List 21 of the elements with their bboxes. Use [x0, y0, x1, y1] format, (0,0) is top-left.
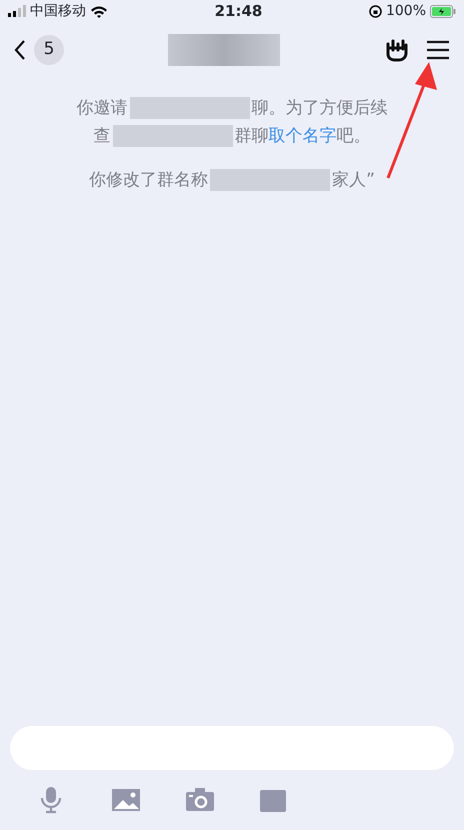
- unread-count: 5: [34, 35, 64, 65]
- system-message-text: 家人”: [332, 169, 375, 192]
- system-message-text: 群聊: [234, 125, 268, 148]
- wifi-icon: [90, 4, 108, 18]
- battery-percent: 100%: [386, 2, 426, 20]
- back-button[interactable]: 5: [14, 35, 64, 65]
- rotation-lock-icon: [368, 4, 382, 18]
- menu-icon[interactable]: [426, 40, 450, 60]
- system-message-text: 吧。: [336, 125, 370, 148]
- system-message-text: 聊。为了方便后续: [252, 97, 388, 120]
- carrier-name: 中国移动: [30, 2, 86, 20]
- system-message-text: 你修改了群名称: [89, 169, 208, 192]
- system-message-text: 你邀请: [76, 97, 128, 120]
- status-time: 21:48: [214, 0, 262, 22]
- signal-icon: [8, 5, 26, 17]
- camera-icon[interactable]: [186, 786, 214, 814]
- hand-icon[interactable]: [384, 38, 410, 62]
- image-icon[interactable]: [112, 786, 140, 814]
- back-icon: [14, 39, 26, 61]
- system-message-text: 查: [94, 125, 110, 148]
- battery-icon: [430, 4, 456, 18]
